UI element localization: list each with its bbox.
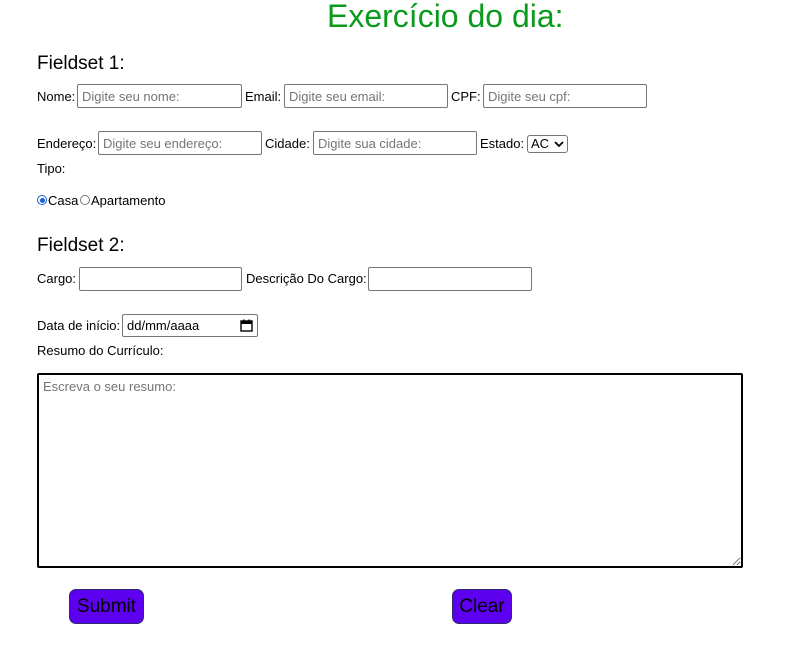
fieldset2-legend: Fieldset 2: bbox=[37, 235, 125, 256]
fieldset1-legend: Fieldset 1: bbox=[37, 53, 125, 74]
data-inicio-input[interactable]: dd/mm/aaaa bbox=[122, 314, 258, 337]
descricao-input[interactable] bbox=[368, 267, 532, 291]
endereco-label: Endereço: bbox=[37, 136, 97, 151]
cpf-label: CPF: bbox=[451, 89, 481, 104]
cpf-input[interactable] bbox=[483, 84, 647, 108]
submit-button[interactable]: Submit bbox=[69, 589, 144, 624]
email-input[interactable] bbox=[284, 84, 448, 108]
cargo-label: Cargo: bbox=[37, 271, 77, 286]
chevron-down-icon bbox=[554, 140, 564, 147]
estado-select[interactable]: AC bbox=[527, 135, 568, 153]
nome-label: Nome: bbox=[37, 89, 76, 104]
descricao-label: Descrição Do Cargo: bbox=[246, 271, 367, 286]
cidade-label: Cidade: bbox=[265, 136, 310, 151]
clear-button[interactable]: Clear bbox=[452, 589, 512, 624]
estado-select-value: AC bbox=[531, 136, 550, 151]
calendar-icon[interactable] bbox=[240, 319, 253, 332]
radio-casa[interactable] bbox=[37, 195, 47, 205]
email-label: Email: bbox=[245, 89, 282, 104]
nome-input[interactable] bbox=[77, 84, 242, 108]
estado-label: Estado: bbox=[480, 136, 525, 151]
endereco-input[interactable] bbox=[98, 131, 262, 155]
resumo-textarea[interactable] bbox=[37, 373, 743, 568]
radio-apartamento[interactable] bbox=[80, 195, 90, 205]
resumo-label: Resumo do Currículo: bbox=[37, 343, 164, 358]
tipo-label: Tipo: bbox=[37, 161, 66, 176]
radio-apartamento-label: Apartamento bbox=[91, 193, 166, 208]
data-inicio-placeholder: dd/mm/aaaa bbox=[127, 318, 200, 333]
cidade-input[interactable] bbox=[313, 131, 477, 155]
page-title: Exercício do dia: bbox=[327, 0, 564, 34]
data-inicio-label: Data de início: bbox=[37, 318, 121, 333]
cargo-input[interactable] bbox=[79, 267, 242, 291]
radio-casa-label: Casa bbox=[48, 193, 79, 208]
